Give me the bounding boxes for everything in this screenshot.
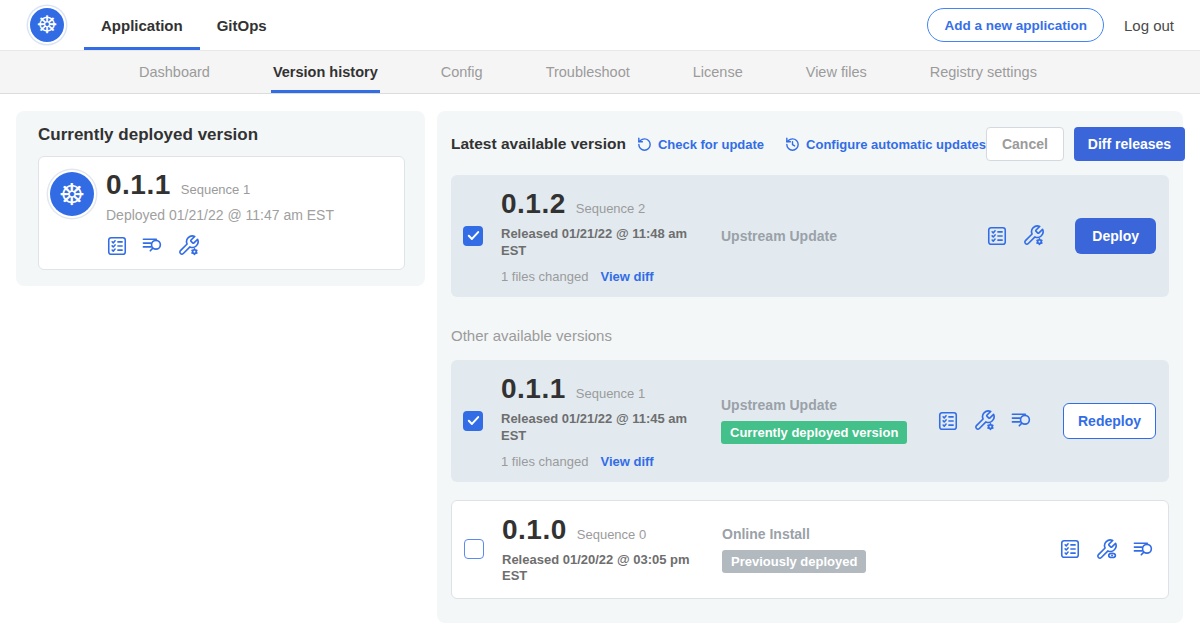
version-sequence: Sequence 1: [576, 386, 645, 401]
tab-dashboard[interactable]: Dashboard: [139, 51, 210, 93]
view-logs-icon[interactable]: [1132, 538, 1155, 561]
tab-registry-settings[interactable]: Registry settings: [930, 51, 1037, 93]
version-sequence: Sequence 0: [577, 527, 646, 542]
configure-automatic-updates-label: Configure automatic updates: [806, 137, 986, 152]
version-row-0.1.2: 0.1.2 Sequence 2 Released 01/21/22 @ 11:…: [451, 175, 1169, 297]
latest-available-title: Latest available version: [451, 135, 626, 153]
tab-config[interactable]: Config: [441, 51, 483, 93]
edit-config-icon[interactable]: [1022, 224, 1045, 247]
released-timestamp: Released 01/21/22 @ 11:48 am EST: [501, 226, 696, 260]
deployed-sequence: Sequence 1: [181, 182, 250, 197]
version-source: Upstream Update: [721, 397, 937, 413]
previously-deployed-badge: Previously deployed: [722, 550, 866, 573]
version-number: 0.1.2: [501, 188, 566, 220]
view-logs-icon[interactable]: [141, 234, 164, 257]
nav-tab-gitops-label: GitOps: [217, 17, 267, 34]
other-available-versions-label: Other available versions: [451, 327, 1169, 344]
currently-deployed-badge: Currently deployed version: [721, 421, 907, 444]
version-sequence: Sequence 2: [576, 201, 645, 216]
diff-releases-button[interactable]: Diff releases: [1074, 127, 1185, 161]
deployed-version-card: ☸ 0.1.1 Sequence 1 Deployed 01/21/22 @ 1…: [38, 156, 405, 270]
release-notes-icon[interactable]: [106, 235, 128, 257]
release-notes-icon[interactable]: [1059, 538, 1081, 560]
version-row-0.1.0: 0.1.0 Sequence 0 Released 01/20/22 @ 03:…: [451, 500, 1169, 600]
tab-troubleshoot[interactable]: Troubleshoot: [546, 51, 630, 93]
logout-link[interactable]: Log out: [1124, 17, 1174, 34]
view-logs-icon[interactable]: [1010, 409, 1033, 432]
tab-license[interactable]: License: [693, 51, 743, 93]
deploy-button[interactable]: Deploy: [1075, 218, 1156, 254]
nav-tab-application-label: Application: [101, 17, 183, 34]
available-versions-panel: Latest available version Check for updat…: [437, 111, 1183, 623]
top-nav-tabs: Application GitOps: [84, 0, 284, 50]
version-checkbox[interactable]: [464, 539, 484, 559]
redeploy-button[interactable]: Redeploy: [1063, 403, 1156, 439]
currently-deployed-panel: Currently deployed version ☸ 0.1.1 Seque…: [16, 111, 425, 286]
nav-tab-application[interactable]: Application: [84, 0, 200, 50]
top-navbar: ☸ Application GitOps Add a new applicati…: [0, 0, 1200, 50]
configure-automatic-updates-link[interactable]: Configure automatic updates: [784, 136, 986, 153]
version-row-0.1.1: 0.1.1 Sequence 1 Released 01/21/22 @ 11:…: [451, 360, 1169, 482]
view-diff-link[interactable]: View diff: [600, 454, 653, 469]
release-notes-icon[interactable]: [937, 410, 959, 432]
nav-tab-gitops[interactable]: GitOps: [200, 0, 284, 50]
cancel-button[interactable]: Cancel: [986, 127, 1064, 161]
app-subnav: Dashboard Version history Config Trouble…: [0, 50, 1200, 94]
tab-version-history[interactable]: Version history: [273, 51, 378, 93]
add-new-application-button[interactable]: Add a new application: [927, 8, 1104, 42]
auto-update-clock-icon: [784, 136, 801, 153]
released-timestamp: Released 01/21/22 @ 11:45 am EST: [501, 411, 696, 445]
version-checkbox[interactable]: [463, 411, 483, 431]
files-changed: 1 files changed: [501, 454, 588, 469]
check-for-update-link[interactable]: Check for update: [636, 136, 764, 153]
preflight-view-icon[interactable]: [1095, 538, 1118, 561]
currently-deployed-title: Currently deployed version: [38, 125, 405, 145]
version-source: Upstream Update: [721, 228, 986, 244]
version-source: Online Install: [722, 526, 1059, 542]
check-for-update-label: Check for update: [658, 137, 764, 152]
release-notes-icon[interactable]: [986, 225, 1008, 247]
app-logo-icon: ☸: [50, 172, 94, 216]
edit-config-icon[interactable]: [177, 234, 200, 257]
files-changed: 1 files changed: [501, 269, 588, 284]
edit-config-icon[interactable]: [973, 409, 996, 432]
view-diff-link[interactable]: View diff: [600, 269, 653, 284]
deployed-timestamp: Deployed 01/21/22 @ 11:47 am EST: [106, 207, 334, 223]
deployed-version-number: 0.1.1: [106, 169, 171, 201]
refresh-icon: [636, 136, 653, 153]
kubernetes-logo-icon: ☸: [30, 8, 64, 42]
version-number: 0.1.0: [502, 514, 567, 546]
version-number: 0.1.1: [501, 373, 566, 405]
version-checkbox[interactable]: [463, 226, 483, 246]
tab-view-files[interactable]: View files: [806, 51, 867, 93]
main-content: Currently deployed version ☸ 0.1.1 Seque…: [0, 94, 1200, 623]
released-timestamp: Released 01/20/22 @ 03:05 pm EST: [502, 552, 697, 586]
